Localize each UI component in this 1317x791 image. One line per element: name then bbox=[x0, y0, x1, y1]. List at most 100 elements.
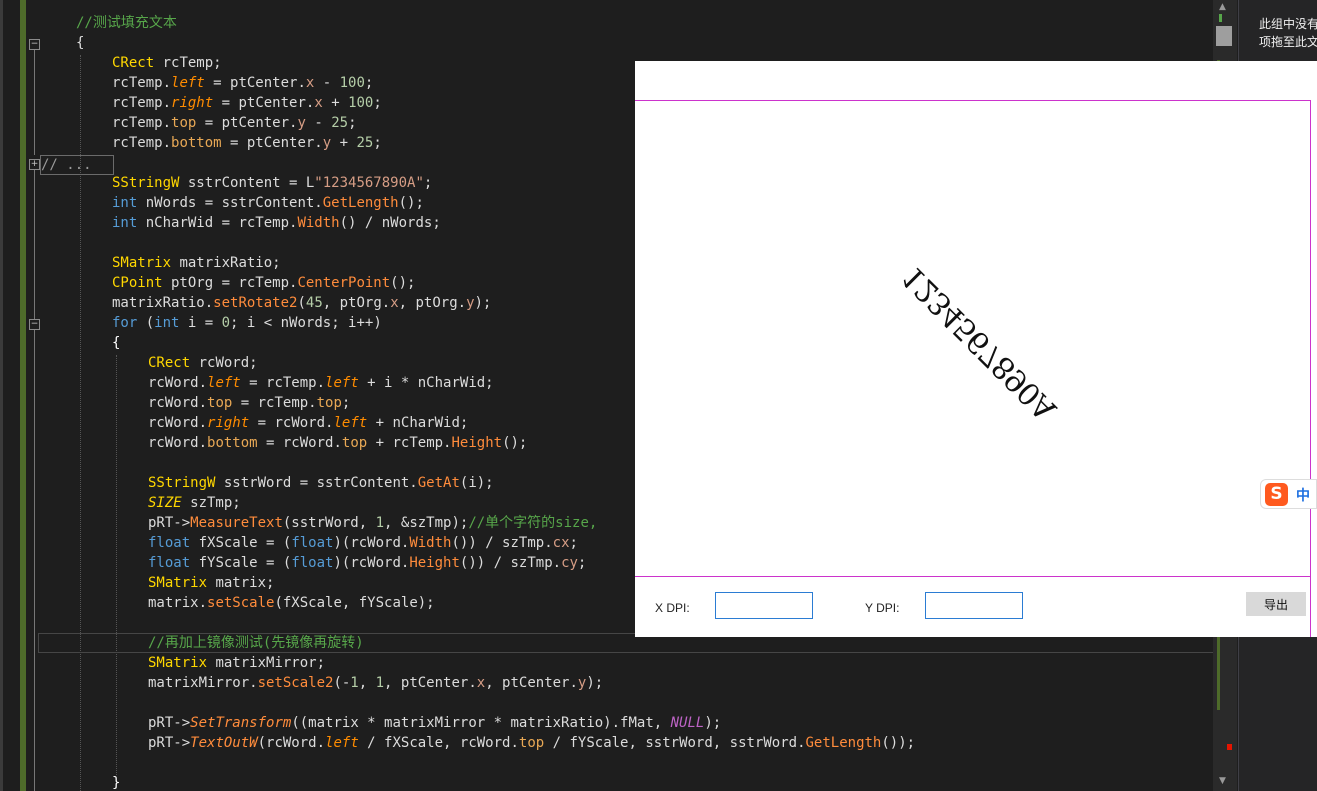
code-line: matrixRatio.setRotate2(45, ptOrg.x, ptOr… bbox=[112, 293, 491, 313]
code-token: SIZE bbox=[148, 495, 182, 511]
code-token: (- bbox=[333, 675, 351, 691]
overview-error-mark bbox=[1227, 744, 1232, 750]
code-line: float fYScale = (float)(rcWord.Height())… bbox=[148, 553, 586, 573]
code-line: rcTemp.left = ptCenter.x - 100; bbox=[112, 73, 373, 93]
code-line: for (int i = 0; i < nWords; i++) bbox=[112, 313, 382, 333]
code-token: SetTransform bbox=[190, 715, 292, 731]
code-line: matrix.setScale(fXScale, fYScale); bbox=[148, 593, 435, 613]
code-token: for bbox=[112, 315, 138, 331]
fold-guide bbox=[34, 50, 35, 155]
x-dpi-input[interactable] bbox=[715, 592, 813, 619]
code-token: (); bbox=[398, 195, 424, 211]
fold-toggle-icon[interactable]: + bbox=[29, 159, 40, 170]
code-token: , ptOrg. bbox=[322, 295, 391, 311]
code-token: ; i < nWords; i++) bbox=[230, 315, 382, 331]
code-token: cx bbox=[552, 535, 570, 551]
code-token: + bbox=[322, 95, 349, 111]
code-token: rcTemp. bbox=[112, 135, 172, 151]
code-token: NULL bbox=[670, 715, 705, 731]
code-token: rcWord. bbox=[148, 395, 208, 411]
code-token: CRect bbox=[148, 355, 191, 371]
code-token: cy bbox=[561, 555, 578, 571]
code-line: pRT->SetTransform((matrix * matrixMirror… bbox=[148, 713, 721, 733]
border-top bbox=[635, 100, 1311, 101]
code-token: (i); bbox=[459, 475, 494, 491]
code-token: ; bbox=[364, 75, 374, 91]
code-token: = ptCenter. bbox=[221, 135, 323, 151]
code-token: //单个字符的size, bbox=[468, 515, 598, 531]
code-line: pRT->TextOutW(rcWord.left / fXScale, rcW… bbox=[148, 733, 915, 753]
editor-margin bbox=[0, 0, 3, 791]
code-line: rcWord.right = rcWord.left + nCharWid; bbox=[148, 413, 468, 433]
scroll-thumb[interactable] bbox=[1216, 26, 1232, 46]
code-token: Width bbox=[409, 535, 452, 551]
code-token: 100 bbox=[339, 75, 365, 91]
code-token: rcWord. bbox=[148, 375, 208, 391]
fold-toggle-icon[interactable]: − bbox=[29, 319, 40, 330]
code-token: )(rcWord. bbox=[333, 555, 410, 571]
code-token: (fXScale, fYScale); bbox=[274, 595, 435, 611]
code-token: GetLength bbox=[322, 195, 399, 211]
code-token: top bbox=[341, 435, 368, 451]
code-token: 25 bbox=[331, 115, 349, 131]
code-token: rcTemp. bbox=[112, 75, 172, 91]
code-token: ; bbox=[423, 175, 433, 191]
code-token: bottom bbox=[207, 435, 258, 451]
scroll-up-icon[interactable]: ▲ bbox=[1219, 2, 1226, 12]
code-token: ; bbox=[569, 535, 578, 551]
code-token: + bbox=[331, 135, 357, 151]
code-token: float bbox=[291, 555, 334, 571]
code-token: szTmp; bbox=[181, 495, 241, 511]
code-token: setScale2 bbox=[257, 675, 334, 691]
code-token: ); bbox=[474, 295, 492, 311]
code-token: 100 bbox=[348, 95, 374, 111]
code-token: ; bbox=[373, 135, 382, 151]
code-token: pRT-> bbox=[148, 735, 191, 751]
code-token: matrixMirror. bbox=[148, 675, 258, 691]
scroll-down-icon[interactable]: ▼ bbox=[1219, 776, 1226, 786]
code-token: left bbox=[325, 735, 359, 751]
export-button[interactable]: 导出 bbox=[1246, 592, 1306, 616]
code-token: sstrWord = sstrContent. bbox=[215, 475, 418, 491]
code-token: = rcWord. bbox=[257, 435, 342, 451]
code-token: ()); bbox=[881, 735, 916, 751]
code-token: left bbox=[325, 375, 359, 391]
y-dpi-label: Y DPI: bbox=[865, 601, 900, 615]
code-token: float bbox=[148, 555, 191, 571]
code-token: + rcTemp. bbox=[367, 435, 452, 451]
code-token: float bbox=[291, 535, 334, 551]
code-token: rcTemp. bbox=[112, 115, 172, 131]
code-token: { bbox=[76, 35, 85, 51]
code-token: int bbox=[112, 215, 138, 231]
code-token: 1 bbox=[375, 675, 385, 691]
code-line: CRect rcTemp; bbox=[112, 53, 222, 73]
code-token: matrix. bbox=[148, 595, 208, 611]
code-token: = ptCenter. bbox=[204, 75, 306, 91]
code-line: //测试填充文本 bbox=[76, 13, 177, 33]
ime-language-indicator[interactable]: 中 bbox=[1296, 485, 1310, 505]
change-tracking-bar bbox=[20, 0, 26, 791]
code-token: ; bbox=[341, 395, 351, 411]
code-token: SMatrix bbox=[112, 255, 172, 271]
collapsed-region[interactable]: // ... bbox=[40, 155, 114, 175]
code-line: pRT->MeasureText(sstrWord, 1, &szTmp);//… bbox=[148, 513, 597, 533]
x-dpi-label: X DPI: bbox=[655, 601, 690, 615]
code-token: CenterPoint bbox=[297, 275, 391, 291]
code-token: fYScale = ( bbox=[190, 555, 292, 571]
code-token: { bbox=[112, 335, 121, 351]
code-token: Height bbox=[409, 555, 460, 571]
code-token: y bbox=[466, 295, 475, 311]
code-token: setScale bbox=[207, 595, 275, 611]
code-token: left bbox=[171, 75, 205, 91]
fold-toggle-icon[interactable]: − bbox=[29, 39, 40, 50]
code-token: , bbox=[358, 675, 376, 691]
code-token: = ptCenter. bbox=[213, 95, 315, 111]
code-line: SIZE szTmp; bbox=[148, 493, 241, 513]
ime-toolbar[interactable]: S 中 bbox=[1260, 479, 1317, 509]
code-token: SMatrix bbox=[148, 575, 208, 591]
code-token: = rcTemp. bbox=[240, 375, 326, 391]
code-line: SMatrix matrixMirror; bbox=[148, 653, 325, 673]
code-token: matrix; bbox=[207, 575, 275, 591]
y-dpi-input[interactable] bbox=[925, 592, 1023, 619]
code-token: y bbox=[322, 135, 332, 151]
